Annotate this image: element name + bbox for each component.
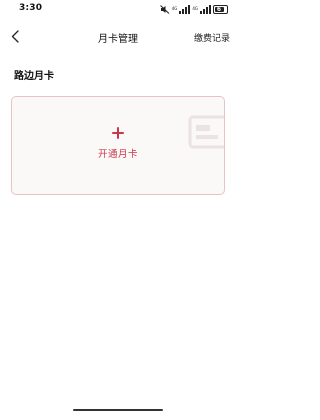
plus-icon	[112, 127, 124, 139]
signal-icon	[179, 4, 191, 14]
nav-bar: 月卡管理 缴费记录	[0, 26, 236, 48]
mute-icon	[159, 4, 170, 14]
home-indicator[interactable]	[73, 409, 163, 411]
open-monthly-card-button[interactable]: 开通月卡	[11, 96, 225, 195]
status-time: 3:30	[19, 3, 43, 13]
status-icons: 4G 4G 6	[159, 4, 228, 14]
network-label: 4G	[171, 6, 178, 11]
payment-records-link[interactable]: 缴费记录	[194, 31, 230, 44]
network-label-2: 4G	[192, 6, 198, 11]
battery-icon: 6	[213, 4, 228, 14]
signal-icon	[200, 4, 211, 14]
battery-level: 6	[216, 5, 222, 13]
status-bar: 3:30 4G 4G 6	[0, 0, 236, 18]
open-monthly-card-label: 开通月卡	[97, 149, 138, 160]
section-title: 路边月卡	[14, 71, 54, 82]
card-add-area: 开通月卡	[12, 127, 224, 160]
